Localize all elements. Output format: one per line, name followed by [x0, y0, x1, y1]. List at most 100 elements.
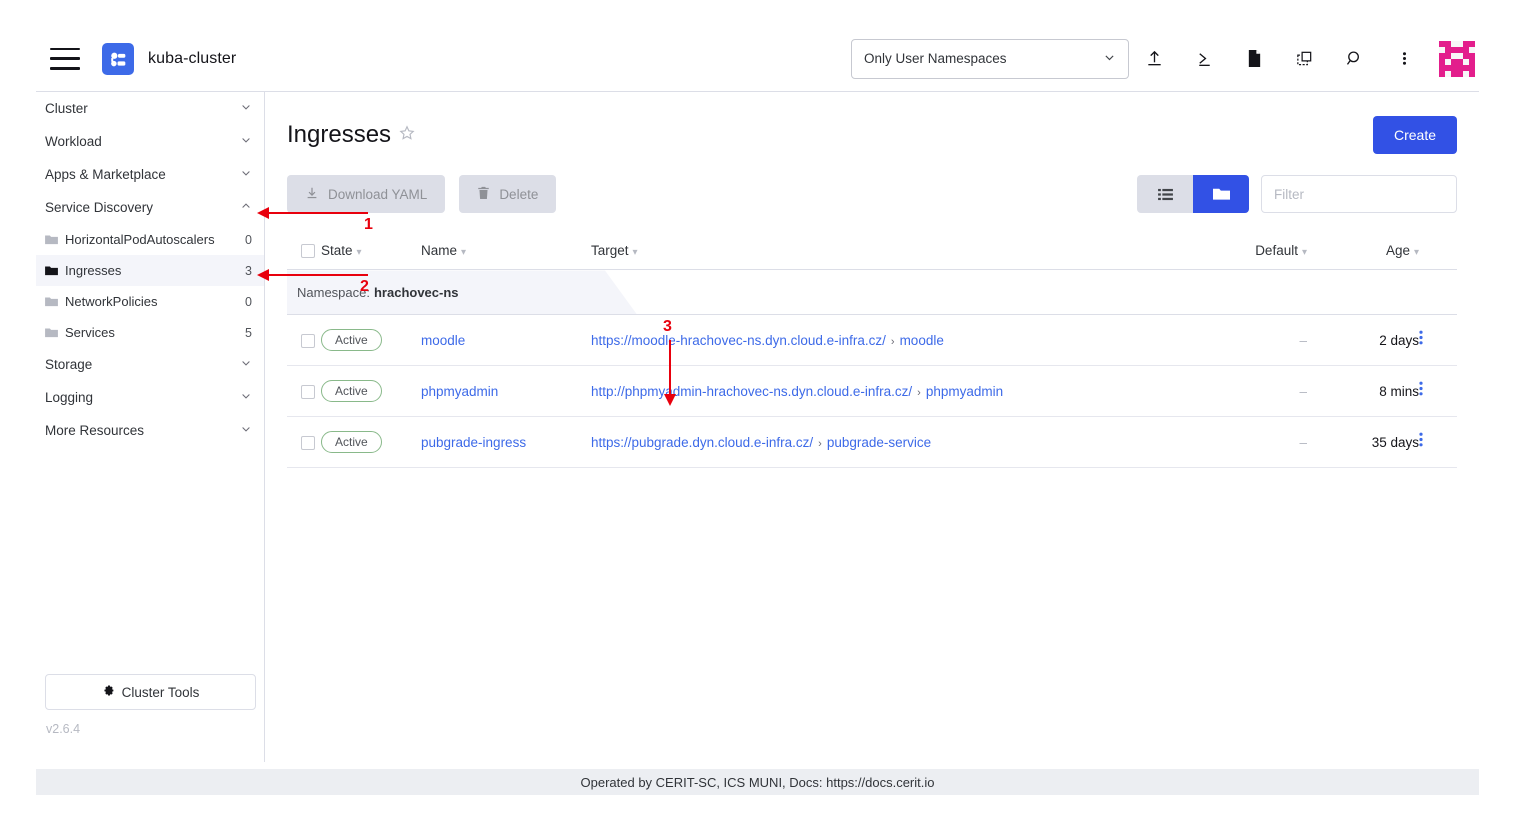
sidebar-item-cluster[interactable]: Cluster [36, 92, 264, 125]
filter-input[interactable] [1261, 175, 1457, 213]
copy-kubeconfig-icon[interactable] [1279, 39, 1329, 79]
toolbar-right-controls [1137, 175, 1457, 213]
footer-text: Operated by CERIT-SC, ICS MUNI, Docs: ht… [581, 775, 935, 790]
star-outline-icon[interactable] [399, 125, 415, 146]
docs-file-icon[interactable] [1229, 39, 1279, 79]
sidebar-item-workload[interactable]: Workload [36, 125, 264, 158]
ingress-name-link[interactable]: pubgrade-ingress [421, 435, 526, 450]
namespace-filter-value: Only User Namespaces [864, 51, 1007, 66]
sidebar-item-label: HorizontalPodAutoscalers [65, 232, 215, 247]
cluster-tools-button[interactable]: Cluster Tools [45, 674, 256, 710]
sidebar-item-count: 0 [245, 295, 252, 309]
table-head: State▾ Name▾ Target▾ Default▾ Age▾ [287, 233, 1457, 270]
row-target-cell: https://pubgrade.dyn.cloud.e-infra.cz/›p… [591, 417, 1203, 468]
namespace-prefix: Namespace: [297, 285, 370, 300]
action-toolbar: Download YAML Delete [266, 154, 1479, 213]
page-header: Ingresses Create [266, 92, 1479, 154]
row-checkbox[interactable] [301, 334, 315, 348]
delete-label: Delete [499, 187, 538, 202]
column-header-name[interactable]: Name▾ [421, 233, 591, 270]
trash-icon [477, 186, 490, 203]
row-overflow-menu-icon[interactable] [1419, 434, 1423, 451]
status-badge: Active [321, 431, 382, 453]
target-service-link[interactable]: pubgrade-service [827, 435, 931, 450]
sidebar-item-networkpolicies[interactable]: NetworkPolicies 0 [36, 286, 264, 317]
row-default-cell: – [1203, 315, 1307, 366]
row-age-cell: 2 days [1307, 315, 1419, 366]
sidebar-item-services[interactable]: Services 5 [36, 317, 264, 348]
row-checkbox[interactable] [301, 385, 315, 399]
row-age-cell: 8 mins [1307, 366, 1419, 417]
sidebar-item-horizontalpodautoscalers[interactable]: HorizontalPodAutoscalers 0 [36, 224, 264, 255]
sidebar-item-apps-marketplace[interactable]: Apps & Marketplace [36, 158, 264, 191]
sidebar-item-storage[interactable]: Storage [36, 348, 264, 381]
download-yaml-button[interactable]: Download YAML [287, 175, 445, 213]
namespace-group-row: Namespace: hrachovec-ns [287, 270, 1457, 315]
download-yaml-label: Download YAML [328, 187, 427, 202]
sidebar-item-logging[interactable]: Logging [36, 381, 264, 414]
ingresses-table: State▾ Name▾ Target▾ Default▾ Age▾ [287, 233, 1457, 468]
target-url-link[interactable]: https://moodle-hrachovec-ns.dyn.cloud.e-… [591, 333, 886, 348]
kubectl-shell-icon[interactable] [1179, 39, 1229, 79]
sidebar-item-more-resources[interactable]: More Resources [36, 414, 264, 447]
chevron-down-icon [1103, 51, 1116, 67]
row-overflow-menu-icon[interactable] [1419, 332, 1423, 349]
folder-icon [45, 265, 58, 276]
list-view-icon[interactable] [1137, 175, 1193, 213]
row-state-cell: Active [321, 315, 421, 366]
row-name-cell: moodle [421, 315, 591, 366]
sidebar-item-label: Service Discovery [45, 200, 153, 215]
folder-icon [45, 234, 58, 245]
row-overflow-menu-icon[interactable] [1419, 383, 1423, 400]
row-default-cell: – [1203, 417, 1307, 468]
sidebar-item-label: Storage [45, 357, 92, 372]
target-service-link[interactable]: phpmyadmin [926, 384, 1003, 399]
namespace-group-tab: Namespace: hrachovec-ns [287, 270, 637, 314]
chevron-down-icon [240, 390, 252, 405]
column-header-age[interactable]: Age▾ [1307, 233, 1419, 270]
sidebar-item-service-discovery[interactable]: Service Discovery [36, 191, 264, 224]
overflow-menu-icon[interactable] [1379, 39, 1429, 79]
gear-icon [102, 684, 115, 700]
row-actions-cell [1419, 315, 1457, 366]
sidebar-item-label: Workload [45, 134, 102, 149]
status-badge: Active [321, 380, 382, 402]
row-target-cell: https://moodle-hrachovec-ns.dyn.cloud.e-… [591, 315, 1203, 366]
view-mode-toggle [1137, 175, 1249, 213]
row-checkbox[interactable] [301, 436, 315, 450]
sidebar-item-label: Cluster [45, 101, 88, 116]
create-button[interactable]: Create [1373, 116, 1457, 154]
table-row[interactable]: Active phpmyadmin http://phpmyadmin-hrac… [287, 366, 1457, 417]
page-title: Ingresses [287, 121, 391, 149]
namespace-filter-dropdown[interactable]: Only User Namespaces [851, 39, 1129, 79]
target-service-link[interactable]: moodle [900, 333, 944, 348]
column-header-default[interactable]: Default▾ [1203, 233, 1307, 270]
sidebar-item-label: Services [65, 325, 115, 340]
sidebar-item-label: More Resources [45, 423, 144, 438]
row-actions-cell [1419, 417, 1457, 468]
cluster-tools-label: Cluster Tools [122, 685, 200, 700]
group-view-folder-icon[interactable] [1193, 175, 1249, 213]
sidebar-item-ingresses[interactable]: Ingresses 3 [36, 255, 264, 286]
column-header-state[interactable]: State▾ [321, 233, 421, 270]
namespace-group-head: Namespace: hrachovec-ns [287, 270, 1457, 315]
ingress-name-link[interactable]: moodle [421, 333, 465, 348]
select-all-checkbox[interactable] [301, 244, 315, 258]
sidebar-item-label: NetworkPolicies [65, 294, 157, 309]
delete-button[interactable]: Delete [459, 175, 556, 213]
ingress-name-link[interactable]: phpmyadmin [421, 384, 498, 399]
hamburger-menu-icon[interactable] [50, 48, 80, 70]
sort-icon: ▾ [633, 247, 638, 258]
table-row[interactable]: Active moodle https://moodle-hrachovec-n… [287, 315, 1457, 366]
row-select-cell [287, 315, 321, 366]
table-row[interactable]: Active pubgrade-ingress https://pubgrade… [287, 417, 1457, 468]
column-label-name: Name [421, 243, 457, 258]
target-url-link[interactable]: http://phpmyadmin-hrachovec-ns.dyn.cloud… [591, 384, 912, 399]
user-avatar[interactable] [1439, 41, 1475, 77]
column-header-target[interactable]: Target▾ [591, 233, 1203, 270]
search-icon[interactable] [1329, 39, 1379, 79]
namespace-group-cell: Namespace: hrachovec-ns [287, 270, 1457, 315]
row-select-cell [287, 366, 321, 417]
target-url-link[interactable]: https://pubgrade.dyn.cloud.e-infra.cz/ [591, 435, 813, 450]
import-yaml-icon[interactable] [1129, 39, 1179, 79]
